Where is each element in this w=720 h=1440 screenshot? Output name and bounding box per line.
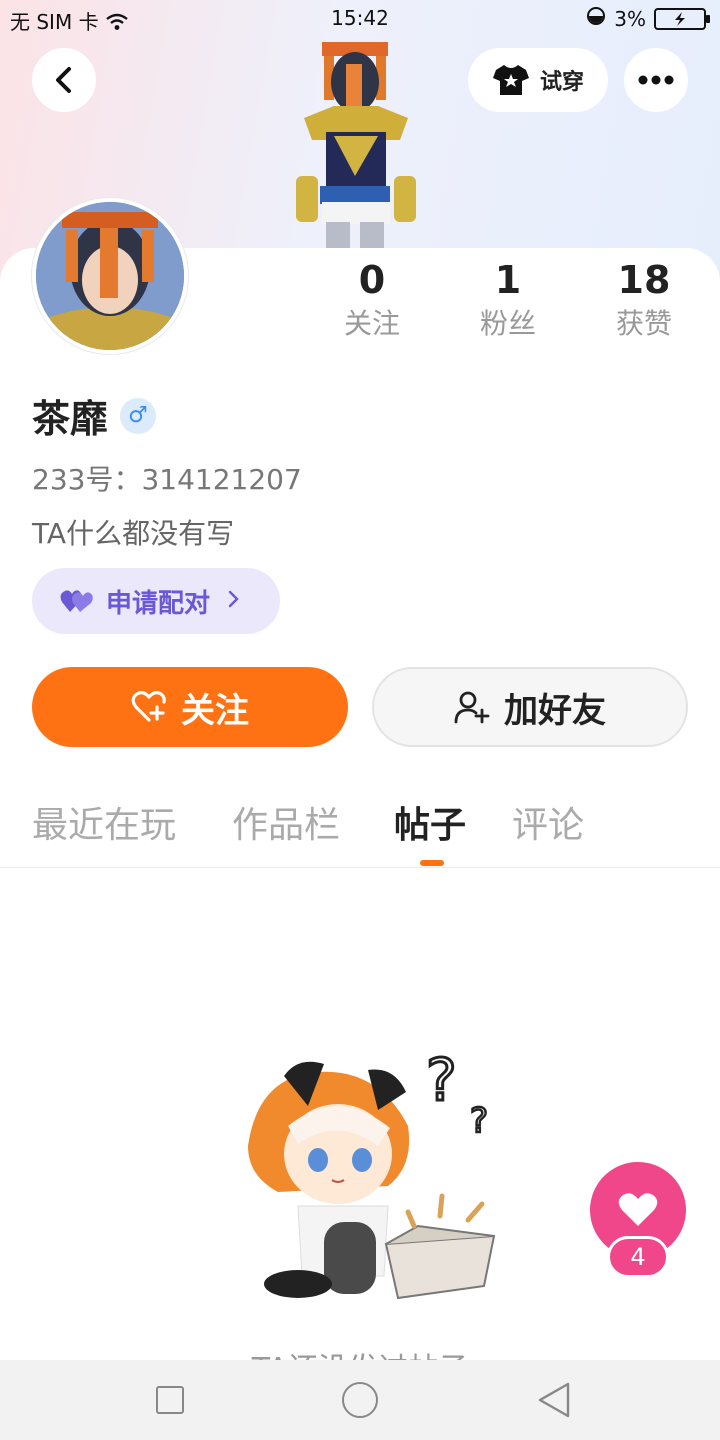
stat-following-value: 0 bbox=[358, 258, 386, 302]
tab-comments[interactable]: 评论 bbox=[512, 796, 584, 856]
chevron-right-icon bbox=[228, 587, 240, 615]
add-friend-label: 加好友 bbox=[504, 690, 606, 731]
like-count-badge: 4 bbox=[607, 1236, 669, 1278]
stat-following-label: 关注 bbox=[343, 307, 400, 340]
profile-name: 茶靡 bbox=[32, 397, 109, 441]
stat-likes-label: 获赞 bbox=[615, 307, 672, 340]
more-options-button[interactable] bbox=[624, 48, 688, 112]
stat-following[interactable]: 0 关注 bbox=[312, 256, 432, 344]
request-pair-label: 申请配对 bbox=[106, 588, 211, 619]
active-tab-indicator bbox=[420, 860, 444, 866]
battery-percent: 3% bbox=[614, 6, 646, 31]
profile-tabs: 最近在玩 作品栏 帖子 评论 bbox=[0, 796, 720, 868]
svg-text:?: ? bbox=[470, 1101, 488, 1141]
user-id: 233号：314121207 bbox=[32, 463, 302, 496]
avatar[interactable] bbox=[32, 198, 188, 354]
profile-bio: TA什么都没有写 bbox=[32, 517, 235, 550]
empty-state-illustration: ? ? bbox=[248, 1045, 496, 1300]
add-user-icon bbox=[454, 691, 490, 724]
avatar-portrait-icon bbox=[36, 202, 184, 350]
stat-followers-label: 粉丝 bbox=[479, 307, 536, 340]
back-button[interactable] bbox=[32, 48, 96, 112]
home-icon[interactable] bbox=[342, 1382, 378, 1418]
more-dots-icon bbox=[638, 75, 674, 85]
heart-icon bbox=[618, 1193, 658, 1226]
follow-label: 关注 bbox=[181, 690, 249, 731]
svg-text:?: ? bbox=[426, 1046, 457, 1114]
name-row: 茶靡 ♂ bbox=[32, 388, 157, 443]
male-gender-icon: ♂ bbox=[120, 397, 157, 434]
character-avatar-figure bbox=[296, 42, 416, 250]
tab-recently-played[interactable]: 最近在玩 bbox=[32, 796, 176, 856]
tab-posts[interactable]: 帖子 bbox=[394, 796, 466, 856]
try-on-label: 试穿 bbox=[539, 70, 584, 95]
battery-icon bbox=[654, 7, 710, 30]
recent-apps-icon[interactable] bbox=[156, 1386, 184, 1414]
data-saver-icon bbox=[586, 6, 606, 31]
system-navigation-bar bbox=[0, 1360, 720, 1440]
profile-stats: 0 关注 1 粉丝 18 获赞 bbox=[300, 256, 720, 356]
chevron-left-icon bbox=[56, 67, 71, 93]
status-bar: 无 SIM 卡 15:42 3% bbox=[0, 0, 720, 38]
request-pair-button[interactable]: 申请配对 bbox=[32, 568, 280, 634]
back-triangle-icon[interactable] bbox=[536, 1380, 572, 1420]
stat-followers[interactable]: 1 粉丝 bbox=[448, 256, 568, 344]
stat-followers-value: 1 bbox=[494, 258, 522, 302]
t-shirt-icon bbox=[492, 65, 529, 95]
add-friend-button[interactable]: 加好友 bbox=[372, 667, 688, 747]
stat-likes-value: 18 bbox=[617, 258, 671, 302]
heart-plus-icon bbox=[131, 691, 166, 722]
tab-works[interactable]: 作品栏 bbox=[232, 796, 340, 856]
follow-button[interactable]: 关注 bbox=[32, 667, 348, 747]
stat-likes[interactable]: 18 获赞 bbox=[584, 256, 704, 344]
double-heart-icon bbox=[60, 590, 93, 612]
try-on-button[interactable]: 试穿 bbox=[468, 48, 608, 112]
